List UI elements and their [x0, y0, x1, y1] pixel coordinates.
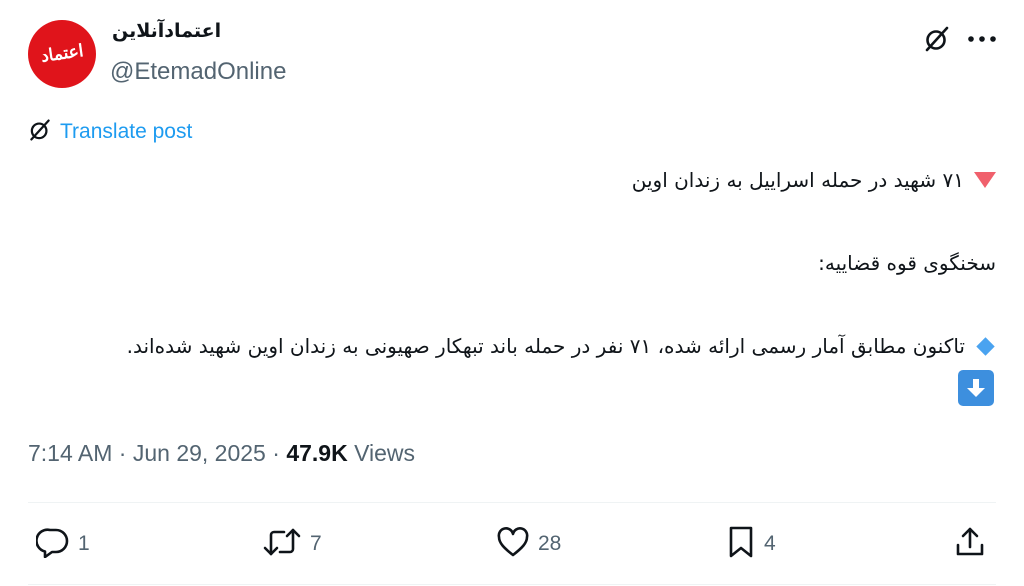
reply-count: 1	[78, 532, 90, 555]
author-display-name[interactable]: اعتمادآنلاین	[112, 20, 221, 42]
translate-post-label: Translate post	[60, 120, 193, 143]
post-time[interactable]: 7:14 AM	[28, 440, 112, 466]
like-button[interactable]: 28	[496, 526, 561, 562]
meta-separator: ·	[272, 440, 280, 466]
repost-icon	[262, 526, 302, 562]
heart-icon	[496, 526, 530, 562]
like-count: 28	[538, 532, 562, 555]
bookmark-count: 4	[764, 532, 776, 555]
post-line-statement: تاکنون مطابق آمار رسمی ارائه شده، ۷۱ نفر…	[127, 334, 996, 358]
blue-diamond-icon	[976, 336, 995, 356]
divider	[28, 502, 996, 503]
tweet: اعتماد اعتمادآنلاین @EtemadOnline Transl…	[0, 0, 1024, 586]
translate-post-link[interactable]: Translate post	[28, 118, 192, 146]
post-meta: 7:14 AM · Jun 29, 2025 · 47.9K Views	[28, 440, 415, 467]
meta-separator: ·	[118, 440, 127, 466]
grok-icon	[28, 118, 52, 146]
author-handle[interactable]: @EtemadOnline	[110, 58, 286, 86]
views-label: Views	[354, 440, 416, 466]
divider	[28, 584, 996, 585]
reply-icon	[35, 526, 70, 562]
post-statement-text: تاکنون مطابق آمار رسمی ارائه شده، ۷۱ نفر…	[126, 334, 965, 358]
grok-icon[interactable]	[922, 24, 952, 54]
views-count: 47.9K	[286, 440, 348, 466]
bookmark-button[interactable]: 4	[726, 526, 776, 562]
post-line-headline: ۷۱ شهید در حمله اسراییل به زندان اوین	[632, 168, 996, 192]
post-date[interactable]: Jun 29, 2025	[133, 440, 266, 466]
avatar-logo: اعتماد	[39, 41, 85, 67]
avatar[interactable]: اعتماد	[28, 20, 96, 88]
post-line-spokesperson: سخنگوی قوه قضاییه:	[818, 251, 996, 275]
share-icon	[954, 525, 986, 563]
post-spokesperson-text: سخنگوی قوه قضاییه:	[818, 251, 996, 275]
share-button[interactable]	[954, 526, 986, 562]
down-arrow-box-icon	[958, 370, 994, 406]
post-headline-text: ۷۱ شهید در حمله اسراییل به زندان اوین	[631, 168, 964, 192]
red-triangle-down-icon	[974, 172, 996, 188]
bookmark-icon	[726, 525, 756, 563]
repost-button[interactable]: 7	[262, 526, 322, 562]
more-icon[interactable]	[964, 24, 1000, 54]
repost-count: 7	[310, 532, 322, 555]
reply-button[interactable]: 1	[35, 526, 90, 562]
